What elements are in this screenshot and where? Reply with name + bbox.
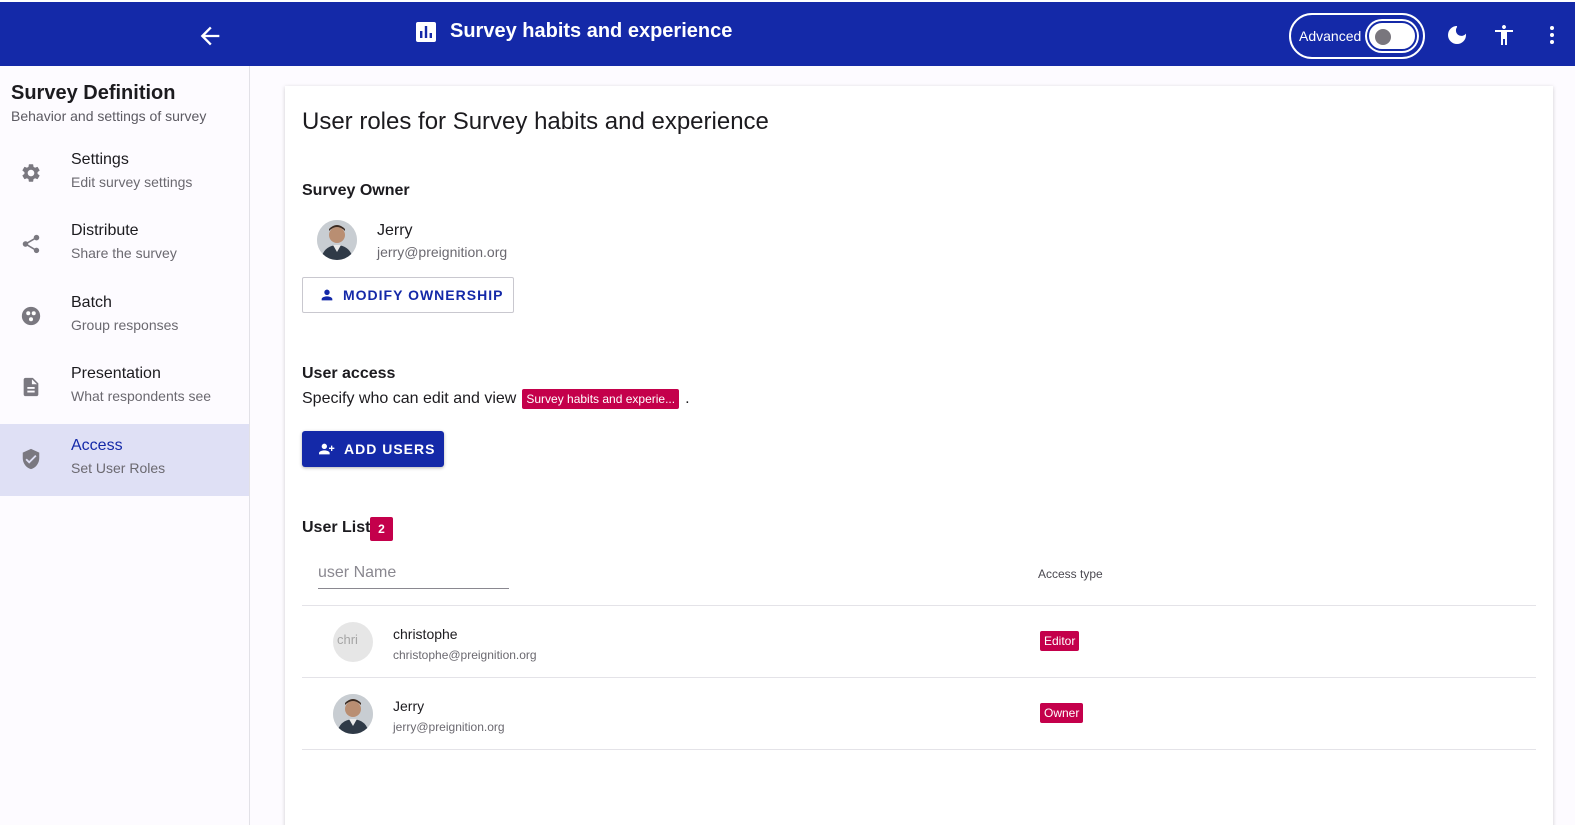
user-list-title: User List (302, 519, 371, 536)
sidebar-item-sublabel: Edit survey settings (71, 174, 193, 190)
advanced-toggle[interactable]: Advanced (1289, 13, 1425, 59)
user-name: Jerry (393, 698, 425, 714)
user-count-badge: 2 (370, 517, 393, 541)
access-description-end: . (685, 390, 690, 407)
user-name: christophe (393, 626, 458, 642)
person-photo-icon (333, 694, 373, 734)
switch-knob (1375, 29, 1392, 45)
page-title: User roles for Survey habits and experie… (302, 108, 769, 135)
bar-chart-icon (416, 21, 436, 42)
sidebar-item-batch[interactable]: Batch Group responses (0, 281, 249, 353)
sidebar-item-label: Batch (71, 294, 112, 311)
sidebar-item-presentation[interactable]: Presentation What respondents see (0, 352, 249, 424)
owner-section-title: Survey Owner (302, 182, 410, 199)
access-description-text: Specify who can edit and view (302, 390, 517, 407)
more-vert-icon[interactable] (1540, 23, 1564, 47)
survey-name-chip: Survey habits and experie... (522, 389, 680, 409)
owner-name: Jerry (377, 222, 413, 239)
sidebar-item-label: Access (71, 437, 123, 454)
user-table: Access type chri christophe christophe@p… (302, 542, 1536, 750)
sidebar-item-sublabel: Share the survey (71, 245, 177, 261)
arrow-back-icon[interactable] (196, 22, 224, 50)
user-avatar-broken: chri (333, 622, 373, 662)
person-icon (321, 289, 333, 301)
shield-check-icon (22, 448, 40, 470)
app-title-group: Survey habits and experience (416, 20, 732, 43)
modify-ownership-button[interactable]: MODIFY OWNERSHIP (302, 277, 514, 313)
user-avatar (333, 694, 373, 734)
advanced-switch[interactable] (1367, 21, 1418, 51)
group-add-icon (319, 443, 335, 455)
modify-ownership-label: MODIFY OWNERSHIP (343, 287, 504, 303)
group-icon (21, 306, 41, 326)
sidebar-item-label: Distribute (71, 222, 139, 239)
table-header: Access type (302, 542, 1536, 606)
sidebar-item-label: Presentation (71, 365, 161, 382)
user-name-filter-input[interactable] (318, 558, 509, 589)
user-email: christophe@preignition.org (393, 648, 537, 662)
table-row[interactable]: chri christophe christophe@preignition.o… (302, 606, 1536, 678)
person-photo-icon (317, 220, 357, 260)
sidebar-item-label: Settings (71, 151, 129, 168)
owner-avatar (317, 220, 357, 260)
sidebar-item-sublabel: Group responses (71, 317, 179, 333)
sidebar-subtitle: Behavior and settings of survey (11, 108, 207, 124)
add-users-label: ADD USERS (344, 441, 436, 457)
access-section-title: User access (302, 365, 396, 382)
user-email: jerry@preignition.org (393, 720, 505, 734)
sidebar-item-access[interactable]: Access Set User Roles (0, 424, 249, 496)
avatar-alt-text: chri (337, 632, 358, 647)
sidebar-item-settings[interactable]: Settings Edit survey settings (0, 138, 249, 210)
table-row[interactable]: Jerry jerry@preignition.org Owner (302, 678, 1536, 750)
dark-mode-icon[interactable] (1445, 23, 1469, 47)
share-icon (22, 234, 40, 254)
sidebar: Survey Definition Behavior and settings … (0, 66, 250, 825)
app-bar: Survey habits and experience Advanced (0, 0, 1575, 66)
role-badge[interactable]: Editor (1040, 631, 1080, 651)
access-type-header: Access type (1038, 567, 1103, 581)
accessibility-icon[interactable] (1492, 23, 1516, 47)
add-users-button[interactable]: ADD USERS (302, 431, 444, 467)
sidebar-item-sublabel: What respondents see (71, 388, 212, 404)
owner-email: jerry@preignition.org (377, 244, 508, 260)
user-roles-card: User roles for Survey habits and experie… (285, 86, 1553, 825)
access-description: Specify who can edit and view Survey hab… (302, 389, 690, 409)
sidebar-item-distribute[interactable]: Distribute Share the survey (0, 209, 249, 281)
sidebar-item-sublabel: Set User Roles (71, 460, 166, 476)
role-badge[interactable]: Owner (1040, 703, 1084, 723)
advanced-label: Advanced (1299, 28, 1362, 44)
document-icon (23, 377, 39, 397)
sidebar-title: Survey Definition (11, 82, 176, 104)
app-title: Survey habits and experience (450, 20, 733, 42)
gear-icon (22, 164, 40, 182)
